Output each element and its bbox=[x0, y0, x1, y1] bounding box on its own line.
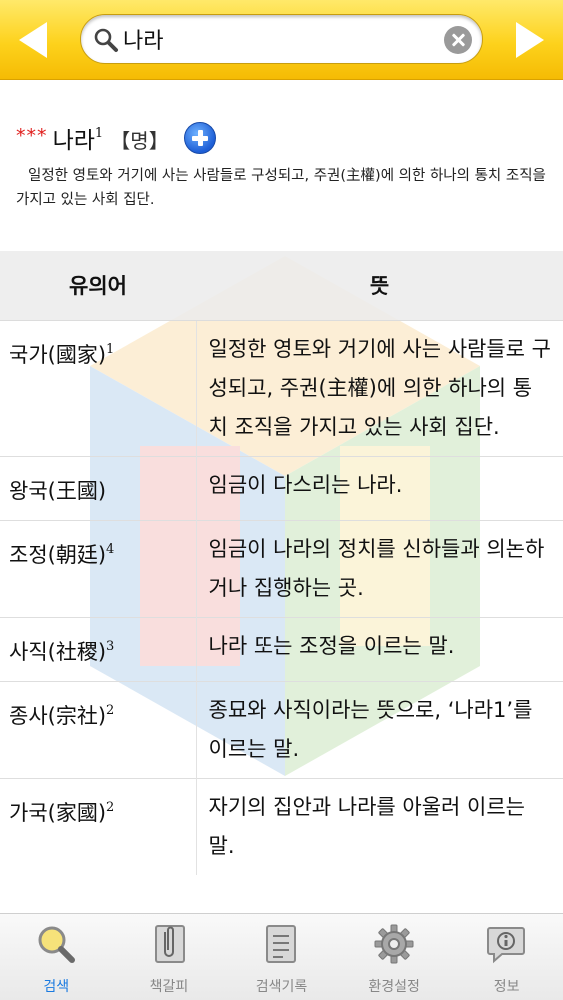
tab-label: 책갈피 bbox=[149, 979, 189, 995]
table-row[interactable]: 종사(宗社)2 종묘와 사직이라는 뜻으로, ‘나라1’를 이르는 말. bbox=[0, 680, 563, 778]
synonym-meaning: 임금이 다스리는 나라. bbox=[196, 455, 563, 520]
synonym-meaning: 임금이 나라의 정치를 신하들과 의논하거나 집행하는 곳. bbox=[196, 519, 563, 617]
gear-icon bbox=[374, 924, 414, 964]
search-icon bbox=[94, 28, 118, 52]
bottom-tab-bar: 검색 책갈피 검색기록 환경설정 정보 bbox=[0, 913, 563, 1000]
synonym-text: 종사(宗社) bbox=[9, 703, 107, 728]
tab-label: 환경설정 bbox=[368, 979, 420, 995]
tab-label: 정보 bbox=[493, 979, 520, 995]
tab-settings[interactable]: 환경설정 bbox=[338, 914, 451, 1000]
info-speech-bubble-icon bbox=[487, 927, 526, 964]
tab-label: 검색기록 bbox=[255, 979, 308, 995]
synonym-text: 가국(家國) bbox=[9, 800, 107, 825]
table-row[interactable]: 사직(社稷)3 나라 또는 조정을 이르는 말. bbox=[0, 616, 563, 681]
table-header-row: 유의어 뜻 bbox=[0, 251, 563, 321]
top-search-bar bbox=[0, 0, 563, 80]
add-bookmark-plus-icon[interactable] bbox=[183, 122, 216, 154]
synonym-word[interactable]: 조정(朝廷)4 bbox=[0, 519, 197, 617]
synonym-table: 유의어 뜻 국가(國家)1 일정한 영토와 거기에 사는 사람들로 구성되고, … bbox=[0, 251, 563, 875]
column-header-meaning: 뜻 bbox=[196, 251, 563, 321]
search-input[interactable] bbox=[123, 23, 433, 55]
synonym-meaning: 나라 또는 조정을 이르는 말. bbox=[196, 616, 563, 681]
tab-search[interactable]: 검색 bbox=[0, 914, 113, 1000]
result-content[interactable]: *** 나라1 【명】 일정한 영토와 거기에 사는 사람들로 구성되고, 주권… bbox=[0, 81, 563, 913]
synonym-word[interactable]: 가국(家國)2 bbox=[0, 777, 197, 875]
table-row[interactable]: 조정(朝廷)4 임금이 나라의 정치를 신하들과 의논하거나 집행하는 곳. bbox=[0, 519, 563, 617]
table-row[interactable]: 왕국(王國) 임금이 다스리는 나라. bbox=[0, 455, 563, 520]
entry-definition: 일정한 영토와 거기에 사는 사람들로 구성되고, 주권(主權)에 의한 하나의… bbox=[16, 168, 546, 208]
synonym-word[interactable]: 왕국(王國) bbox=[0, 455, 197, 520]
table-row[interactable]: 가국(家國)2 자기의 집안과 나라를 아울러 이르는 말. bbox=[0, 777, 563, 875]
column-header-synonym: 유의어 bbox=[0, 251, 196, 321]
synonym-sup: 3 bbox=[106, 638, 115, 654]
table-row[interactable]: 국가(國家)1 일정한 영토와 거기에 사는 사람들로 구성되고, 주권(主權)… bbox=[0, 319, 563, 456]
synonym-text: 국가(國家) bbox=[9, 342, 107, 367]
synonym-sup: 4 bbox=[106, 541, 115, 557]
synonym-word[interactable]: 종사(宗社)2 bbox=[0, 680, 197, 778]
bookmark-clip-icon bbox=[154, 925, 185, 963]
synonym-meaning: 자기의 집안과 나라를 아울러 이르는 말. bbox=[196, 777, 563, 875]
importance-stars: *** bbox=[16, 125, 48, 147]
synonym-text: 사직(社稷) bbox=[9, 639, 107, 664]
search-box[interactable] bbox=[80, 14, 483, 64]
synonym-word[interactable]: 사직(社稷)3 bbox=[0, 616, 197, 681]
forward-arrow-icon[interactable] bbox=[516, 22, 544, 58]
tab-info[interactable]: 정보 bbox=[450, 914, 563, 1000]
entry-word: 나라 bbox=[52, 128, 95, 154]
synonym-sup: 1 bbox=[106, 341, 115, 357]
back-arrow-icon[interactable] bbox=[19, 22, 47, 58]
history-notepad-icon bbox=[266, 925, 297, 963]
synonym-meaning: 일정한 영토와 거기에 사는 사람들로 구성되고, 주권(主權)에 의한 하나의… bbox=[196, 319, 563, 456]
search-icon bbox=[38, 926, 75, 963]
tab-history[interactable]: 검색기록 bbox=[225, 914, 338, 1000]
clear-icon[interactable] bbox=[444, 26, 472, 54]
entry-heading: *** 나라1 【명】 bbox=[16, 121, 216, 157]
synonym-sup: 2 bbox=[106, 799, 115, 815]
synonym-text: 왕국(王國) bbox=[9, 478, 107, 503]
part-of-speech: 【명】 bbox=[110, 129, 169, 153]
synonym-text: 조정(朝廷) bbox=[9, 542, 107, 567]
synonym-word[interactable]: 국가(國家)1 bbox=[0, 319, 197, 456]
tab-label: 검색 bbox=[43, 979, 70, 995]
entry-homonym-number: 1 bbox=[94, 126, 104, 141]
tab-bookmarks[interactable]: 책갈피 bbox=[113, 914, 226, 1000]
synonym-sup: 2 bbox=[106, 702, 115, 718]
synonym-meaning: 종묘와 사직이라는 뜻으로, ‘나라1’를 이르는 말. bbox=[196, 680, 563, 778]
